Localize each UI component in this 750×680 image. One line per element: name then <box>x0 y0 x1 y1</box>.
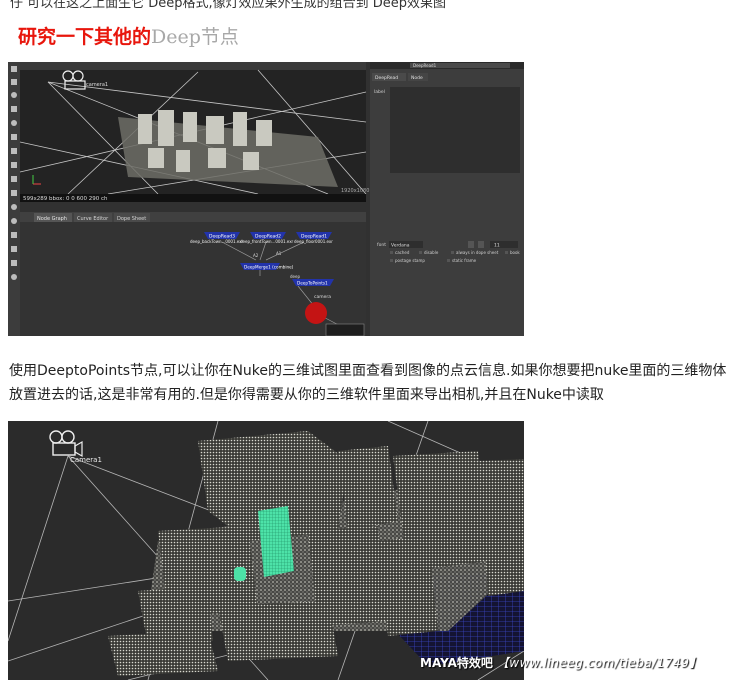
green-building <box>258 506 294 577</box>
font-select-value: Verdana <box>391 243 410 249</box>
tool-icon-3[interactable] <box>11 92 17 98</box>
tool-icon-5[interactable] <box>11 120 17 126</box>
node-deeptopoints1[interactable]: DeepToPoints1 <box>292 279 334 286</box>
tool-icon-4[interactable] <box>11 106 17 112</box>
green-cylinder <box>234 567 246 581</box>
props-tab-deepread-label: DeepRead <box>375 75 398 81</box>
camera-node[interactable] <box>305 302 327 324</box>
tool-icon-7[interactable] <box>11 148 17 154</box>
check-book-label: book <box>510 250 520 255</box>
viewer-camera-label: camera1 <box>86 82 108 88</box>
label-textarea[interactable] <box>390 87 520 173</box>
viewer-info-text: 599x289 bbox: 0 0 600 290 ch <box>23 196 108 202</box>
tool-icon-10[interactable] <box>11 190 17 196</box>
props-header-text: DeepRead1 <box>413 63 437 68</box>
check-dope-sheet[interactable] <box>451 251 454 254</box>
tool-icon-14[interactable] <box>11 246 17 252</box>
check-book[interactable] <box>505 251 508 254</box>
tool-icon-8[interactable] <box>11 162 17 168</box>
tab-dope-sheet-label: Dope Sheet <box>117 216 146 222</box>
tool-icon-2[interactable] <box>11 79 17 85</box>
watermark-brand: MAYA特效吧 <box>420 656 493 670</box>
check-postage-stamp-label: postage stamp <box>395 258 425 263</box>
pipe-label-a2: A2 <box>253 253 259 258</box>
section-heading: 研究一下其他的Deep节点 <box>18 24 239 50</box>
nuke-screenshot: camera1 1920x1080 599x289 bbox: 0 0 600 … <box>8 62 524 336</box>
cloud-camera-label: Camera1 <box>70 456 102 464</box>
check-static-frame-label: static frame <box>452 258 477 263</box>
tool-icon-1[interactable] <box>11 66 17 72</box>
svg-text:deep_floor0001.exr: deep_floor0001.exr <box>294 239 333 244</box>
viewer-format: 1920x1080 <box>341 188 369 194</box>
check-dope-sheet-label: always in dope sheet <box>456 250 499 255</box>
node-deepmerge1[interactable]: DeepMerge1 (combine) <box>240 263 294 270</box>
tab-curve-editor-label: Curve Editor <box>77 216 109 222</box>
check-postage-stamp[interactable] <box>390 259 393 262</box>
watermark-url: 【www.lineeg.com/tieba/1749】 <box>496 656 702 670</box>
camera-icon[interactable] <box>49 430 83 458</box>
pipe-label-a1: A1 <box>276 251 282 256</box>
node-deepread1[interactable]: DeepRead1 deep_floor0001.exr <box>294 232 333 244</box>
tool-icon-6[interactable] <box>11 134 17 140</box>
svg-text:DeepToPoints1: DeepToPoints1 <box>297 281 328 286</box>
font-bold-button[interactable] <box>468 241 474 248</box>
tool-icon-12[interactable] <box>11 218 17 224</box>
watermark: MAYA特效吧 【www.lineeg.com/tieba/1749】 <box>420 654 702 671</box>
check-disable[interactable] <box>419 251 422 254</box>
check-cached-label: cached <box>395 250 410 255</box>
font-italic-button[interactable] <box>478 241 484 248</box>
tool-icon-13[interactable] <box>11 232 17 238</box>
font-size-value: 11 <box>494 243 500 249</box>
node-graph-minimap <box>325 323 365 336</box>
svg-text:deep_frontTown...0001.exr: deep_frontTown...0001.exr <box>240 239 294 244</box>
check-static-frame[interactable] <box>447 259 450 262</box>
tool-icon-15[interactable] <box>11 260 17 266</box>
props-label-text: label <box>374 89 385 95</box>
tab-node-graph-label: Node Graph <box>37 216 67 222</box>
tool-icon-9[interactable] <box>11 176 17 182</box>
tool-icon-11[interactable] <box>11 204 17 210</box>
description-paragraph: 使用DeeptoPoints节点,可以让你在Nuke的三维试图里面查看到图像的点… <box>9 363 727 403</box>
top-partial-text: 仔 可以在这之上面生它 Deep格式,像灯效应果外生成的组合到 Deep效果图 <box>10 0 447 11</box>
check-cached[interactable] <box>390 251 393 254</box>
left-toolbar <box>8 62 20 336</box>
viewer-topbar <box>20 62 366 70</box>
heading-gray: Deep节点 <box>151 26 239 48</box>
svg-text:DeepMerge1 (combine): DeepMerge1 (combine) <box>244 265 294 270</box>
font-label: font <box>377 242 386 248</box>
camera-node-label: camera <box>314 294 331 300</box>
point-cloud-screenshot: Camera1 <box>8 421 524 680</box>
tool-icon-16[interactable] <box>11 274 17 280</box>
check-disable-label: disable <box>424 250 439 255</box>
svg-text:deep_backTown...0001.exr: deep_backTown...0001.exr <box>190 239 244 244</box>
pipe-label-deep: deep <box>290 274 300 279</box>
heading-red: 研究一下其他的 <box>18 26 152 48</box>
props-tab-node-label: Node <box>411 75 423 81</box>
